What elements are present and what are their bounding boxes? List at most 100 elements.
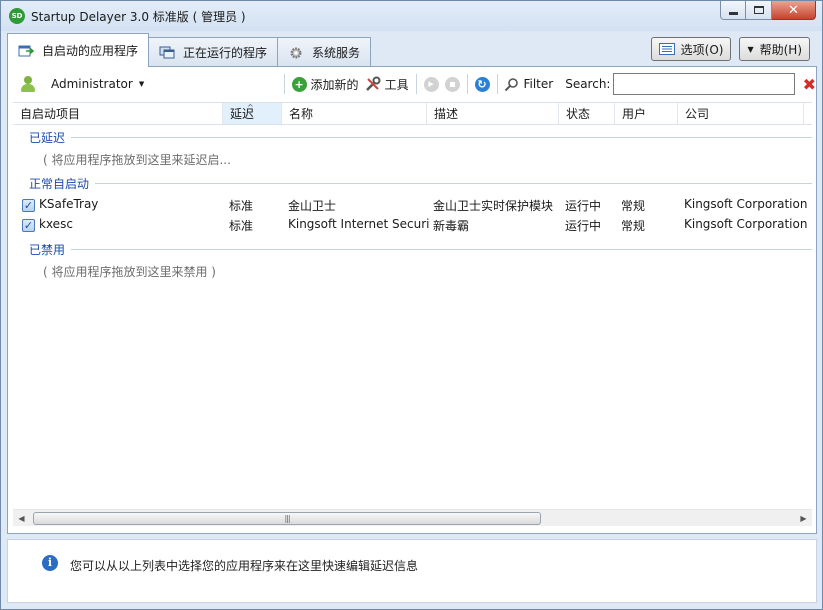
help-button[interactable]: ▼ 帮助(H) xyxy=(739,37,810,61)
minimize-icon xyxy=(728,11,738,15)
search-label: Search: xyxy=(562,72,613,96)
cell-name: 金山卫士 xyxy=(288,199,337,213)
play-button[interactable]: ▶ xyxy=(421,72,442,96)
app-window: SD Startup Delayer 3.0 标准版 ( 管理员 ) ✕ 自启动… xyxy=(0,0,823,610)
column-header-name[interactable]: 名称 xyxy=(282,103,427,124)
cell-user: 常规 xyxy=(621,199,646,213)
disabled-drop-hint: ( 将应用程序拖放到这里来禁用 ) xyxy=(43,265,216,279)
chevron-down-icon: ▼ xyxy=(138,80,145,88)
help-label: 帮助(H) xyxy=(759,42,802,57)
options-list-icon xyxy=(658,43,675,55)
user-icon xyxy=(19,75,37,93)
user-selector[interactable]: Administrator ▼ xyxy=(16,72,147,96)
startup-list[interactable]: 已延迟 ( 将应用程序拖放到这里来延迟启... 正常自启动 ✓ KSafeTra… xyxy=(13,125,812,510)
close-button[interactable]: ✕ xyxy=(772,1,816,20)
options-label: 选项(O) xyxy=(680,42,724,57)
delayed-drop-hint: ( 将应用程序拖放到这里来延迟启... xyxy=(43,153,231,167)
toolbar-separator xyxy=(496,74,498,94)
group-divider xyxy=(71,248,812,250)
tools-label: 工具 xyxy=(384,77,409,92)
scroll-left-arrow-icon[interactable]: ◀ xyxy=(13,510,30,527)
column-header-overflow[interactable] xyxy=(804,103,812,124)
window-title: Startup Delayer 3.0 标准版 ( 管理员 ) xyxy=(31,10,246,24)
sort-ascending-icon: ^ xyxy=(247,103,254,112)
maximize-icon xyxy=(753,6,764,14)
column-header-delay[interactable]: ^ 延迟 xyxy=(223,103,282,124)
list-header: 自启动项目 ^ 延迟 名称 描述 状态 用户 公司 xyxy=(13,102,812,125)
refresh-button[interactable]: ↻ xyxy=(472,72,493,96)
startup-apps-icon xyxy=(18,45,34,56)
running-programs-icon xyxy=(159,46,175,58)
info-text: 您可以从以上列表中选择您的应用程序来在这里快速编辑延迟信息 xyxy=(70,559,419,573)
group-header-disabled[interactable]: 已禁用 xyxy=(13,240,812,258)
filter-label: Filter xyxy=(523,77,554,91)
add-plus-icon: + xyxy=(291,76,307,92)
system-services-gear-icon xyxy=(290,47,302,58)
group-label: 已延迟 xyxy=(29,130,66,145)
cell-company: Kingsoft Corporation xyxy=(684,197,808,211)
column-header-user[interactable]: 用户 xyxy=(615,103,678,124)
cell-name: Kingsoft Internet Security xyxy=(288,217,430,231)
group-label: 已禁用 xyxy=(29,242,66,257)
column-header-item[interactable]: 自启动项目 xyxy=(13,103,223,124)
search-input[interactable] xyxy=(613,73,795,95)
cell-item: kxesc xyxy=(39,217,73,231)
group-label: 正常自启动 xyxy=(29,176,90,191)
column-header-company[interactable]: 公司 xyxy=(678,103,804,124)
toolbar-separator xyxy=(415,74,417,94)
cell-delay: 标准 xyxy=(229,219,254,233)
stop-button[interactable] xyxy=(442,72,463,96)
clear-search-icon[interactable]: ✖ xyxy=(803,75,816,94)
row-checkbox[interactable]: ✓ xyxy=(22,219,35,232)
cell-status: 运行中 xyxy=(565,219,602,233)
table-row[interactable]: ✓ kxesc 标准 Kingsoft Internet Security 新毒… xyxy=(13,215,812,235)
maximize-button[interactable] xyxy=(746,1,772,20)
top-right-buttons: 选项(O) ▼ 帮助(H) xyxy=(650,37,810,61)
column-header-status[interactable]: 状态 xyxy=(559,103,615,124)
tab-label: 系统服务 xyxy=(312,46,361,60)
column-header-description[interactable]: 描述 xyxy=(427,103,559,124)
toolbar: Administrator ▼ + 添加新的 工具 ▶ ↻ Filter Sea… xyxy=(8,67,816,101)
add-new-button[interactable]: + 添加新的 xyxy=(289,72,362,96)
cell-description: 新毒霸 xyxy=(433,219,470,233)
add-new-label: 添加新的 xyxy=(310,77,359,92)
tools-button[interactable]: 工具 xyxy=(362,72,412,96)
search-label-text: Search: xyxy=(565,77,611,91)
cell-delay: 标准 xyxy=(229,199,254,213)
window-controls: ✕ xyxy=(720,1,816,21)
info-panel: i 您可以从以上列表中选择您的应用程序来在这里快速编辑延迟信息 xyxy=(7,539,817,603)
cell-status: 运行中 xyxy=(565,199,602,213)
group-divider xyxy=(95,182,812,184)
minimize-button[interactable] xyxy=(720,1,746,20)
tab-system-services[interactable]: 系统服务 xyxy=(277,37,372,67)
stop-icon xyxy=(444,76,460,92)
tab-label: 正在运行的程序 xyxy=(183,46,268,60)
row-checkbox[interactable]: ✓ xyxy=(22,199,35,212)
tab-running-programs[interactable]: 正在运行的程序 xyxy=(148,37,279,67)
app-logo-icon: SD xyxy=(9,8,25,24)
cell-item: KSafeTray xyxy=(39,197,99,211)
scrollbar-thumb[interactable]: ||| xyxy=(33,512,541,525)
play-icon: ▶ xyxy=(423,76,439,92)
main-panel: Administrator ▼ + 添加新的 工具 ▶ ↻ Filter Sea… xyxy=(7,66,817,534)
info-icon: i xyxy=(42,555,58,571)
close-icon: ✕ xyxy=(788,2,799,18)
cell-description: 金山卫士实时保护模块 xyxy=(433,199,554,213)
tab-strip: 自启动的应用程序 正在运行的程序 系统服务 xyxy=(7,33,372,67)
user-name: Administrator xyxy=(51,77,133,91)
search-magnifier-icon xyxy=(505,77,519,91)
filter-button[interactable]: Filter xyxy=(501,72,556,96)
tools-wrench-icon xyxy=(365,76,381,91)
options-button[interactable]: 选项(O) xyxy=(650,37,732,61)
title-bar[interactable]: SD Startup Delayer 3.0 标准版 ( 管理员 ) ✕ xyxy=(1,1,822,31)
refresh-icon: ↻ xyxy=(474,76,490,92)
tab-startup-apps[interactable]: 自启动的应用程序 xyxy=(7,33,150,67)
group-header-normal[interactable]: 正常自启动 xyxy=(13,174,812,192)
table-row[interactable]: ✓ KSafeTray 标准 金山卫士 金山卫士实时保护模块 运行中 常规 Ki… xyxy=(13,195,812,215)
horizontal-scrollbar[interactable]: ◀ ||| ▶ xyxy=(13,509,812,526)
group-divider xyxy=(71,136,812,138)
group-header-delayed[interactable]: 已延迟 xyxy=(13,128,812,146)
scroll-right-arrow-icon[interactable]: ▶ xyxy=(795,510,812,527)
cell-user: 常规 xyxy=(621,219,646,233)
toolbar-separator xyxy=(466,74,468,94)
